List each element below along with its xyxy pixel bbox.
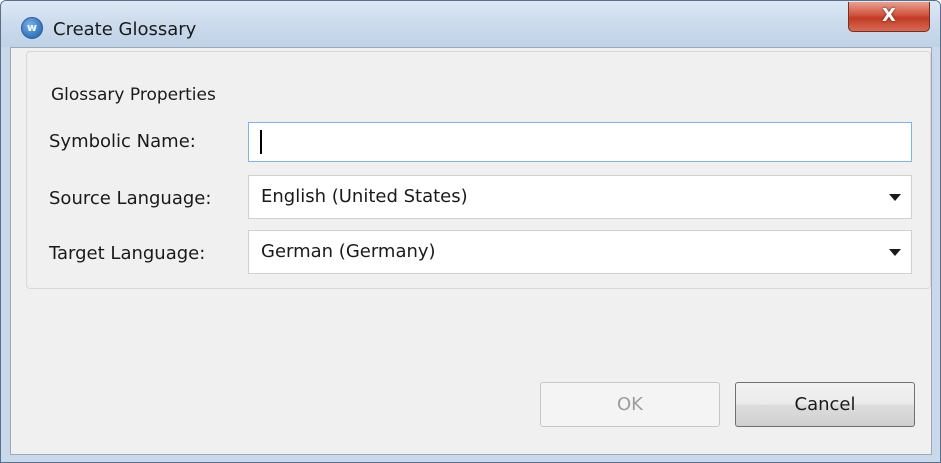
window-title: Create Glossary <box>53 19 197 40</box>
source-language-label: Source Language: <box>49 188 212 209</box>
cancel-button[interactable]: Cancel <box>735 382 915 427</box>
app-logo-icon: w <box>21 17 43 39</box>
target-language-label: Target Language: <box>49 243 206 264</box>
symbolic-name-input[interactable] <box>248 122 912 162</box>
text-caret <box>260 130 262 154</box>
group-legend: Glossary Properties <box>48 85 219 105</box>
chevron-down-icon[interactable] <box>889 194 901 201</box>
target-language-select[interactable]: German (Germany) <box>248 230 912 274</box>
title-bar[interactable]: w Create Glossary X <box>1 1 940 47</box>
symbolic-name-label: Symbolic Name: <box>49 131 196 152</box>
source-language-value: English (United States) <box>261 186 468 207</box>
close-button[interactable]: X <box>848 2 930 32</box>
ok-button[interactable]: OK <box>540 382 720 427</box>
chevron-down-icon[interactable] <box>889 249 901 256</box>
target-language-value: German (Germany) <box>261 241 436 262</box>
source-language-select[interactable]: English (United States) <box>248 175 912 219</box>
create-glossary-dialog: w Create Glossary X Glossary Properties … <box>0 0 941 463</box>
